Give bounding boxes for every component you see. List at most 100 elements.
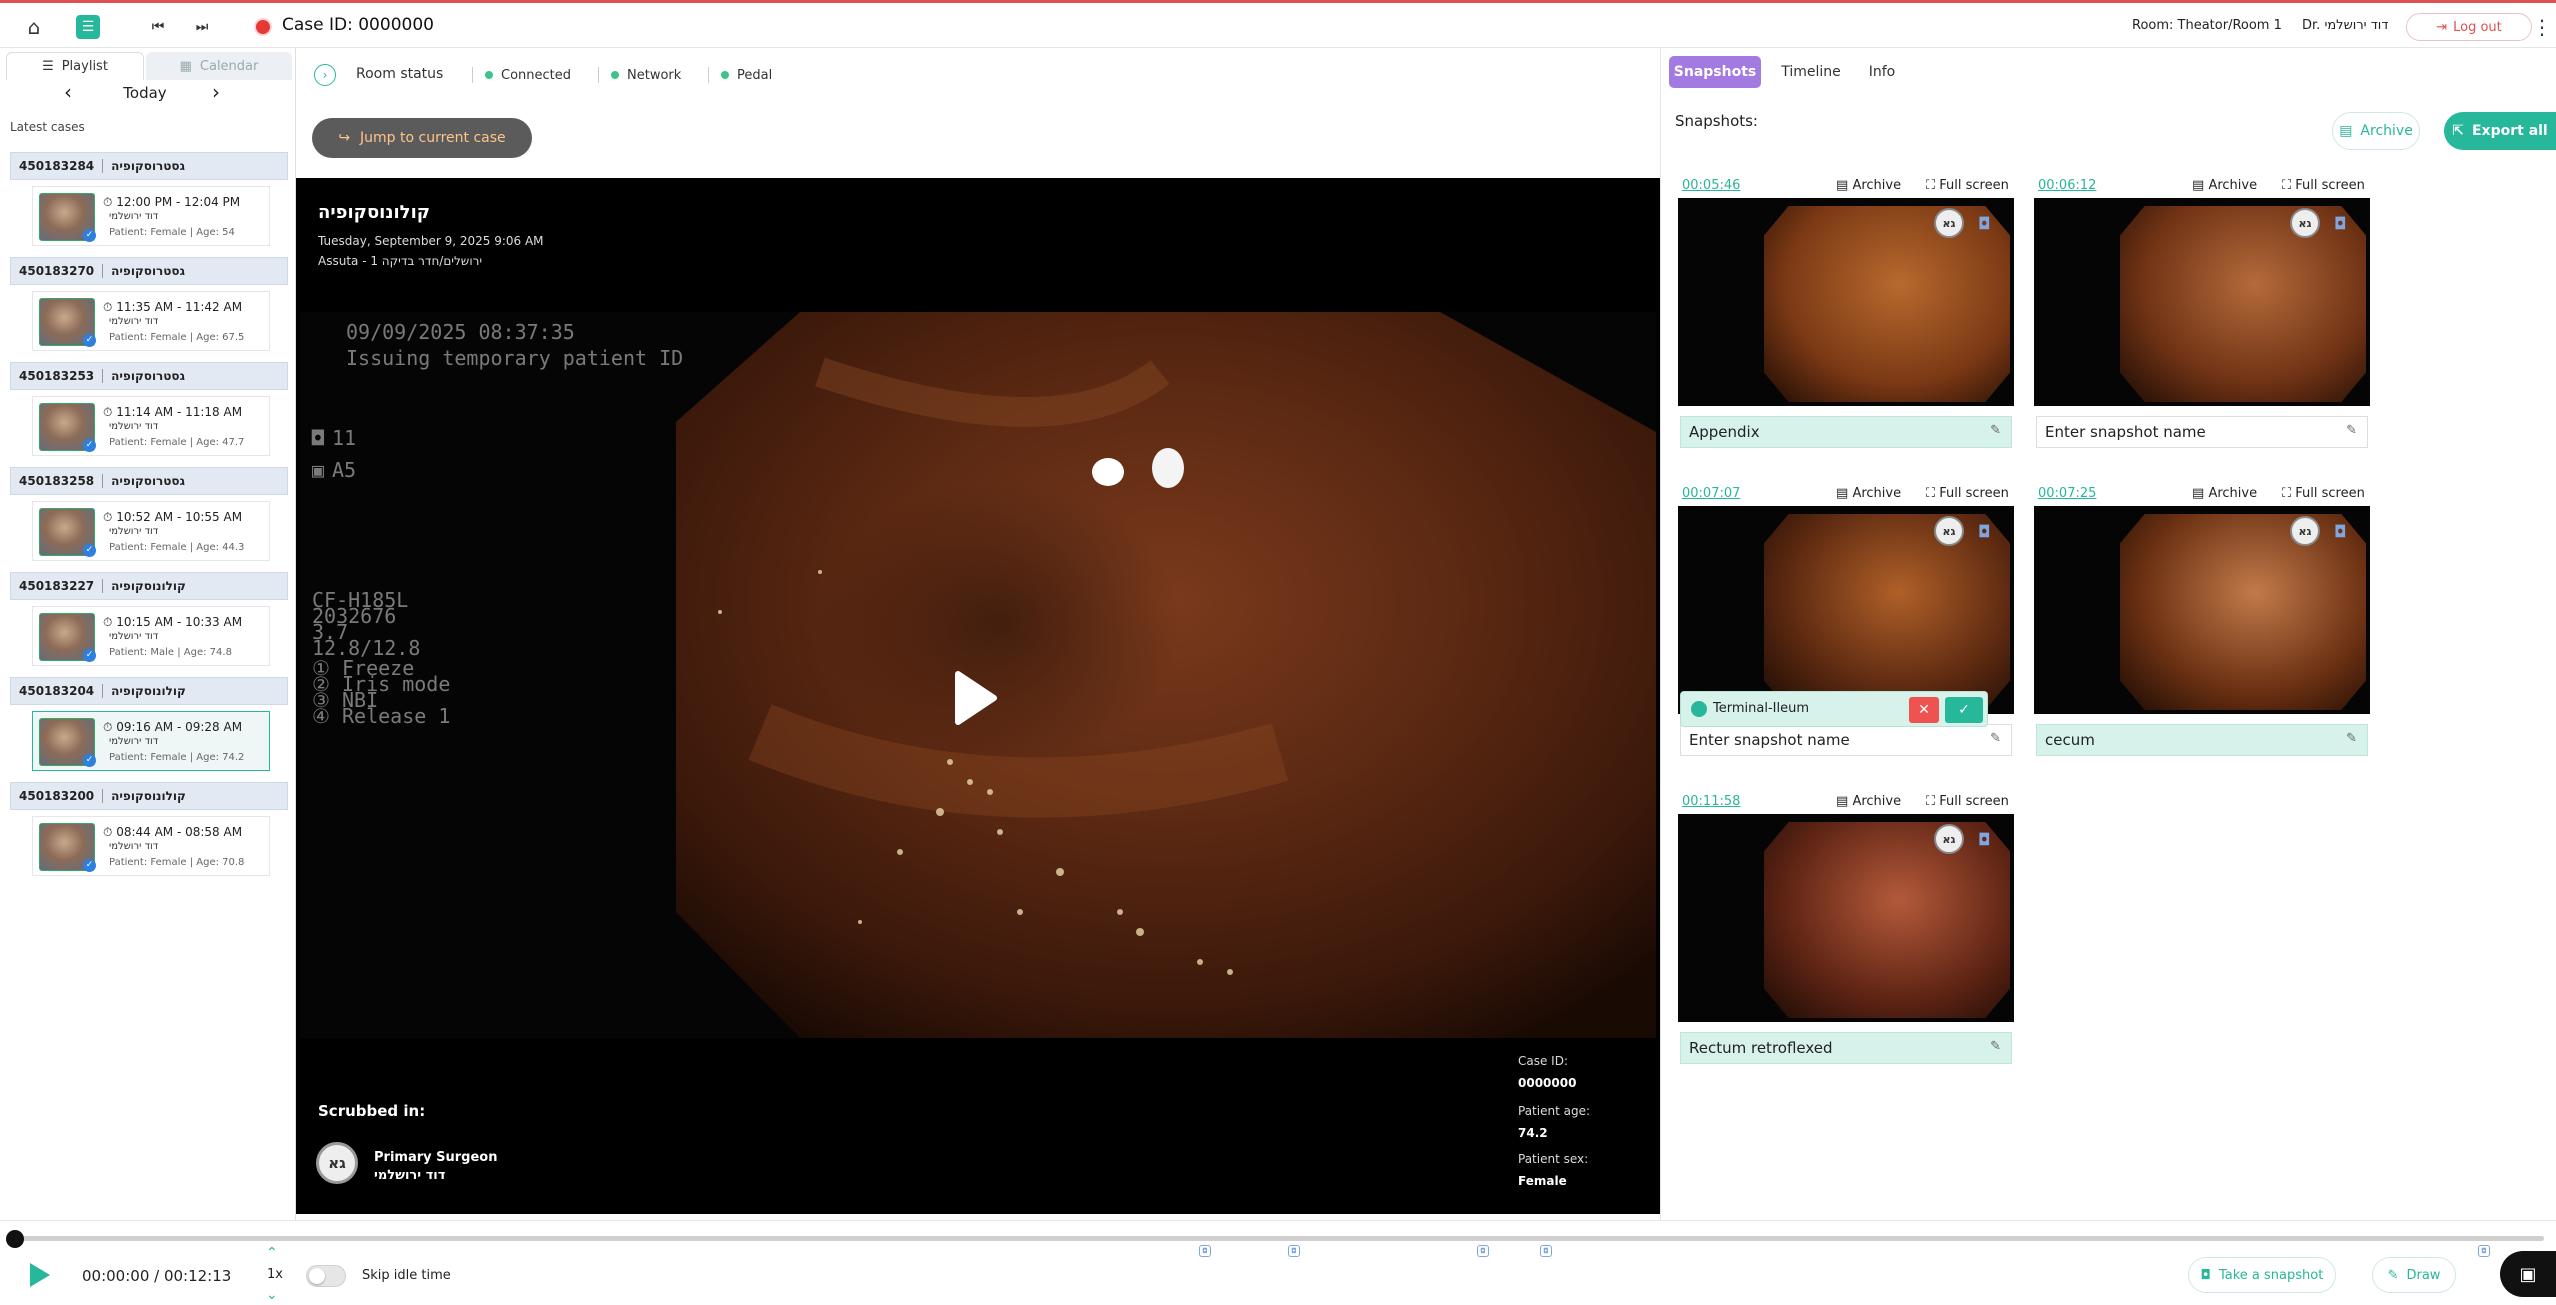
snapshot-name-field[interactable]: Rectum retroflexed ✎ [1680,1032,2012,1064]
snapshot-image[interactable]: גא ◘ [1678,198,2014,406]
edit-icon[interactable]: ✎ [2346,423,2357,438]
snapshot-image[interactable]: גא ◘ [2034,506,2370,714]
snapshot-name: Enter snapshot name [2045,423,2206,441]
snapshot-name-field[interactable]: Appendix ✎ [1680,416,2012,448]
snapshot-fullscreen-button[interactable]: ⛶ Full screen [1926,178,2009,193]
case-card[interactable]: ✓ ⏱ 08:44 AM - 08:58 AM דוד ירושלמי Pati… [32,816,270,876]
snapshot-image[interactable]: גא ◘ [1678,814,2014,1022]
case-id: 450183284 [19,159,95,173]
snapshot-marker-icon[interactable]: ◘ [1199,1245,1211,1257]
snapshot-fullscreen-button[interactable]: ⛶ Full screen [2282,178,2365,193]
room-status-expand-icon[interactable]: › [314,64,336,86]
tab-timeline[interactable]: Timeline [1773,56,1849,88]
case-header[interactable]: 450183204 קולונוסקופיה [10,677,288,705]
case-doctor: דוד ירושלמי [109,631,159,642]
speed-up-icon[interactable]: ⌃ [266,1245,278,1261]
logout-button[interactable]: ⇥ Log out [2406,13,2532,41]
snapshot-archive-button[interactable]: ▤ Archive [1836,486,1901,501]
case-card[interactable]: ✓ ⏱ 11:35 AM - 11:42 AM דוד ירושלמי Pati… [32,291,270,351]
snapshot-fullscreen-button[interactable]: ⛶ Full screen [1926,486,2009,501]
tab-playlist[interactable]: ☰ Playlist [6,52,144,80]
fullscreen-icon: ⛶ [2282,178,2292,193]
case-card[interactable]: ✓ ⏱ 10:52 AM - 10:55 AM דוד ירושלמי Pati… [32,501,270,561]
check-icon: ✓ [83,544,96,557]
snapshot-marker-icon[interactable]: ◘ [1477,1245,1489,1257]
case-time: ⏱ 08:44 AM - 08:58 AM [103,825,243,839]
divider [102,684,104,698]
previous-case-icon[interactable]: ⏮ [144,13,172,41]
snapshot-fullscreen-button[interactable]: ⛶ Full screen [2282,486,2365,501]
snapshot-name-field[interactable]: cecum ✎ [2036,724,2368,756]
reject-tag-button[interactable]: ✕ [1909,697,1939,723]
case-card[interactable]: ✓ ⏱ 11:14 AM - 11:18 AM דוד ירושלמי Pati… [32,396,270,456]
case-header[interactable]: 450183200 קולונוסקופיה [10,782,288,810]
archive-all-button[interactable]: ▤ Archive [2332,112,2420,150]
snapshot-marker-icon[interactable]: ◘ [2478,1245,2490,1257]
jump-to-current-case-button[interactable]: ↪ Jump to current case [312,118,532,158]
case-doctor: דוד ירושלמי [109,316,159,327]
snapshot-archive-label: Archive [2208,486,2258,501]
snapshot-card: 00:06:12 ▤ Archive ⛶ Full screen גא ◘ En… [2032,172,2372,472]
case-card[interactable]: ✓ ⏱ 09:16 AM - 09:28 AM דוד ירושלמי Pati… [32,711,270,771]
snapshot-archive-label: Archive [2208,178,2258,193]
divider [102,264,104,278]
play-overlay-icon[interactable] [952,670,998,726]
snapshot-timestamp[interactable]: 00:07:07 [1682,486,1740,501]
draw-button[interactable]: ✎ Draw [2372,1257,2456,1293]
seek-bar[interactable] [14,1236,2544,1241]
snapshot-archive-button[interactable]: ▤ Archive [1836,794,1901,809]
more-menu-icon[interactable]: ⋮ [2532,15,2552,39]
case-card[interactable]: ✓ ⏱ 10:15 AM - 10:33 AM דוד ירושלמי Pati… [32,606,270,666]
case-header[interactable]: 450183253 גסטרוסקופיה [10,362,288,390]
case-card[interactable]: ✓ ⏱ 12:00 PM - 12:04 PM דוד ירושלמי Pati… [32,186,270,246]
snapshot-archive-label: Archive [1852,178,1902,193]
edit-icon[interactable]: ✎ [1990,731,2001,746]
snapshot-name-field[interactable]: Enter snapshot name ✎ [2036,416,2368,448]
status-connected-label: Connected [501,67,572,83]
snapshot-timestamp[interactable]: 00:07:25 [2038,486,2096,501]
status-network-label: Network [627,67,682,83]
snapshot-fullscreen-button[interactable]: ⛶ Full screen [1926,794,2009,809]
next-case-icon[interactable]: ⏭ [188,13,216,41]
skip-idle-toggle[interactable] [306,1265,346,1287]
case-header[interactable]: 450183284 גסטרוסקופיה [10,152,288,180]
take-snapshot-button[interactable]: ◘ Take a snapshot [2188,1257,2336,1293]
export-all-button[interactable]: ⇱ Export all [2444,112,2556,150]
snapshot-timestamp[interactable]: 00:11:58 [1682,794,1740,809]
chat-icon[interactable]: ▣ [2500,1251,2556,1297]
snapshot-archive-label: Archive [1852,794,1902,809]
snapshot-timestamp[interactable]: 00:06:12 [2038,178,2096,193]
playback-speed[interactable]: 1x [267,1267,283,1282]
next-day-icon[interactable]: › [212,80,220,104]
edit-icon[interactable]: ✎ [1990,1039,2001,1054]
tab-calendar[interactable]: ▦ Calendar [146,52,292,80]
edit-icon[interactable]: ✎ [1990,423,2001,438]
tab-snapshots[interactable]: Snapshots [1669,56,1761,88]
video-player[interactable]: קולונוסקופיה Tuesday, September 9, 2025 … [296,178,1660,1214]
snapshot-timestamp[interactable]: 00:05:46 [1682,178,1740,193]
status-network: Network [598,67,681,83]
accept-tag-button[interactable]: ✓ [1945,697,1983,723]
snapshot-archive-button[interactable]: ▤ Archive [1836,178,1901,193]
snapshot-image[interactable]: גא ◘ [1678,506,2014,714]
snapshot-archive-button[interactable]: ▤ Archive [2192,178,2257,193]
archive-icon: ▤ [1836,178,1849,193]
previous-day-icon[interactable]: ‹ [64,80,72,104]
case-header[interactable]: 450183227 קולונוסקופיה [10,572,288,600]
seek-handle[interactable] [6,1230,24,1248]
playlist-toggle-icon[interactable]: ☰ [76,15,100,39]
snapshot-marker-icon[interactable]: ◘ [1540,1245,1552,1257]
edit-icon[interactable]: ✎ [2346,731,2357,746]
snapshot-image[interactable]: גא ◘ [2034,198,2370,406]
tab-info[interactable]: Info [1857,56,1907,88]
day-label: Today [123,84,167,102]
home-icon[interactable]: ⌂ [20,13,48,41]
pencil-icon: ✎ [2387,1267,2399,1283]
case-header[interactable]: 450183270 גסטרוסקופיה [10,257,288,285]
case-header[interactable]: 450183258 גסטרוסקופיה [10,467,288,495]
snapshot-marker-icon[interactable]: ◘ [1288,1245,1300,1257]
speed-down-icon[interactable]: ⌄ [266,1287,278,1303]
play-icon[interactable] [30,1263,50,1287]
snapshot-name-field[interactable]: Enter snapshot name ✎ [1680,724,2012,756]
snapshot-archive-button[interactable]: ▤ Archive [2192,486,2257,501]
